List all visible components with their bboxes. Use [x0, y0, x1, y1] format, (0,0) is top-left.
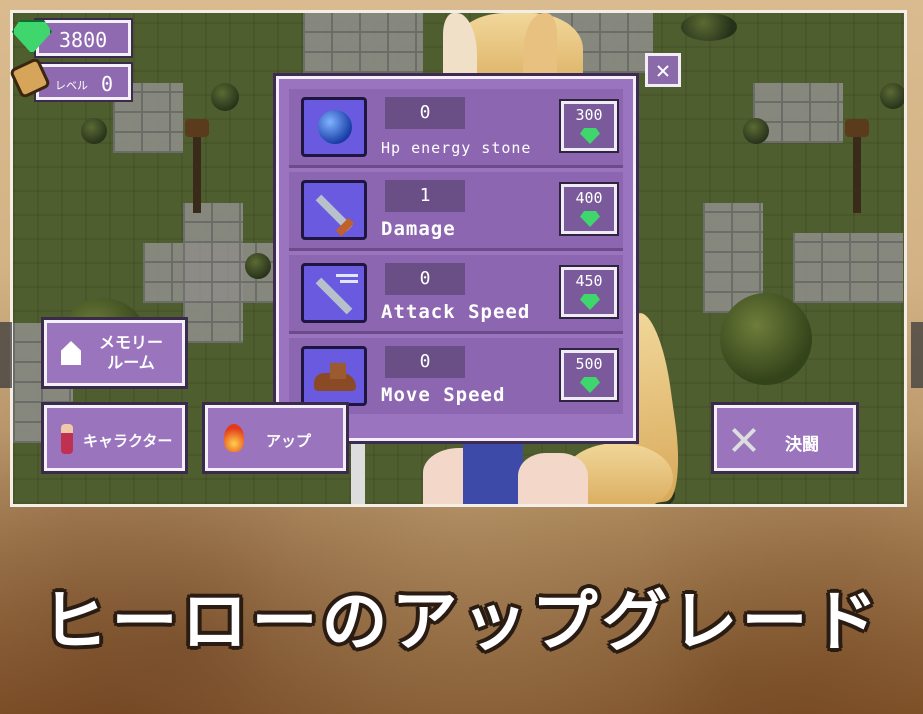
caption-title: ヒーローのアップグレード: [41, 583, 882, 660]
upgrade-button[interactable]: アップ: [205, 405, 346, 471]
swift-sword-icon: [301, 263, 367, 323]
character-button[interactable]: キャラクター: [44, 405, 185, 471]
level-value: 0: [101, 72, 114, 96]
upgrade-count: 0: [385, 263, 465, 295]
memory-room-label-line2: ルーム: [107, 353, 155, 372]
upgrade-panel: 0 Hp energy stone 300 1 Damage 400 0 Att…: [276, 76, 636, 441]
upgrade-name: Move Speed: [381, 384, 506, 406]
upgrade-row-attack-speed: 0 Attack Speed 450: [289, 255, 623, 334]
upgrade-name: Attack Speed: [381, 301, 531, 323]
upgrade-label: アップ: [266, 432, 312, 450]
upgrade-count: 1: [385, 180, 465, 212]
green-gem-icon: [580, 377, 600, 393]
buy-button-hp[interactable]: 300: [561, 101, 617, 151]
green-gem-icon: [580, 128, 600, 144]
bush-icon: [81, 118, 107, 144]
pillar: [351, 443, 365, 504]
close-button[interactable]: ✕: [645, 53, 681, 87]
gem-counter: 3800: [36, 20, 131, 56]
upgrade-name: Hp energy stone: [381, 139, 532, 157]
boot-icon: [301, 346, 367, 406]
cost-label: 400: [575, 189, 603, 207]
edge-tab-left: [0, 322, 12, 388]
green-gem-icon: [580, 211, 600, 227]
buy-button-damage[interactable]: 400: [561, 184, 617, 234]
upgrade-row-move-speed: 0 Move Speed 500: [289, 338, 623, 414]
stone-path: [183, 203, 243, 343]
bush-icon: [743, 118, 769, 144]
cost-label: 300: [575, 106, 603, 124]
blue-orb-icon: [301, 97, 367, 157]
bush-icon: [211, 83, 239, 111]
character-label: キャラクター: [83, 432, 173, 450]
character-icon: [61, 424, 73, 454]
buy-button-move-speed[interactable]: 500: [561, 350, 617, 400]
crossed-swords-icon: [729, 426, 759, 456]
duel-label: 決闘: [785, 435, 819, 455]
green-gem-icon: [580, 294, 600, 310]
level-counter: レベル 0: [36, 64, 131, 100]
duel-button[interactable]: 決闘: [714, 405, 856, 471]
upgrade-row-damage: 1 Damage 400: [289, 172, 623, 251]
flame-icon: [224, 424, 244, 452]
upgrade-count: 0: [385, 97, 465, 129]
sword-icon: [301, 180, 367, 240]
bush-icon: [880, 83, 904, 109]
upgrade-row-hp: 0 Hp energy stone 300: [289, 89, 623, 168]
memory-room-button[interactable]: メモリー ルーム: [44, 320, 185, 386]
bush-icon: [245, 253, 271, 279]
edge-tab-right: [911, 322, 923, 388]
lamp-post-icon: [185, 119, 209, 213]
gem-count: 3800: [59, 28, 108, 52]
bush-icon: [681, 13, 737, 41]
cost-label: 500: [575, 355, 603, 373]
cost-label: 450: [575, 272, 603, 290]
upgrade-count: 0: [385, 346, 465, 378]
lamp-post-icon: [845, 119, 869, 213]
memory-room-label-line1: メモリー: [99, 333, 164, 352]
upgrade-name: Damage: [381, 218, 456, 240]
tree-icon: [720, 293, 812, 385]
level-label: レベル: [55, 79, 88, 92]
buy-button-attack-speed[interactable]: 450: [561, 267, 617, 317]
house-icon: [61, 341, 81, 365]
stone-path: [793, 233, 903, 303]
